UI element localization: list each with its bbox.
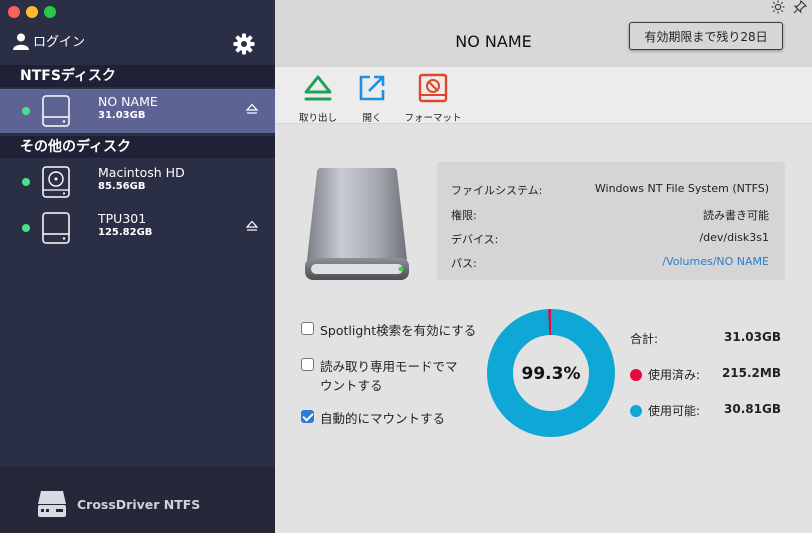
close-window-button[interactable] bbox=[8, 6, 20, 18]
pin-icon[interactable] bbox=[793, 0, 807, 14]
login-button[interactable]: ログイン bbox=[12, 31, 85, 50]
eject-icon[interactable] bbox=[246, 103, 258, 115]
format-disk-icon bbox=[418, 73, 448, 103]
external-drive-icon bbox=[42, 95, 70, 127]
trial-badge[interactable]: 有効期限まで残り28日 bbox=[629, 22, 783, 50]
sun-icon[interactable] bbox=[771, 0, 785, 14]
eject-label: 取り出し bbox=[298, 113, 337, 124]
drive-logo-icon bbox=[38, 491, 66, 517]
sidebar: ログイン NTFSディスク NO NAME 31.03GB その他のディスク M… bbox=[0, 0, 275, 533]
online-indicator bbox=[22, 178, 30, 186]
open-label: 開く bbox=[362, 113, 382, 124]
stat-label: 使用可能: bbox=[648, 404, 701, 418]
disk-name: NO NAME bbox=[98, 94, 158, 109]
user-icon bbox=[13, 33, 29, 50]
header: NO NAME 有効期限まで残り28日 bbox=[275, 0, 812, 67]
brand-name: CrossDriver NTFS bbox=[77, 497, 201, 512]
format-button[interactable]: フォーマット bbox=[403, 72, 463, 124]
usage-donut-chart: 99.3% bbox=[487, 309, 615, 437]
external-drive-icon bbox=[42, 212, 70, 244]
path-link[interactable]: /Volumes/NO NAME bbox=[662, 255, 769, 268]
option-spotlight[interactable]: Spotlight検索を有効にする bbox=[301, 320, 476, 339]
minimize-window-button[interactable] bbox=[26, 6, 38, 18]
stat-value: 31.03GB bbox=[724, 330, 781, 344]
free-color-dot bbox=[630, 405, 642, 417]
info-key: パス: bbox=[451, 257, 477, 270]
gear-icon[interactable] bbox=[233, 33, 255, 59]
disk-name: Macintosh HD bbox=[98, 165, 185, 180]
eject-button[interactable]: 取り出し bbox=[288, 72, 348, 124]
disk-size: 125.82GB bbox=[98, 227, 153, 238]
option-label: 読み取り専用モードでマウントする bbox=[320, 359, 458, 393]
disk-info-panel: ファイルシステム: Windows NT File System (NTFS) … bbox=[437, 162, 785, 280]
external-drive-image bbox=[305, 168, 409, 280]
disk-item-macintosh-hd[interactable]: Macintosh HD 85.56GB bbox=[0, 160, 275, 204]
option-automount[interactable]: 自動的にマウントする bbox=[301, 408, 445, 427]
used-color-dot bbox=[630, 369, 642, 381]
stat-label: 合計: bbox=[630, 332, 659, 346]
online-indicator bbox=[22, 224, 30, 232]
info-key: デバイス: bbox=[451, 233, 499, 246]
toolbar: 取り出し 開く フォーマット bbox=[275, 67, 812, 124]
stat-label: 使用済み: bbox=[648, 368, 701, 382]
usage-percent: 99.3% bbox=[522, 364, 581, 384]
option-label: 自動的にマウントする bbox=[320, 411, 446, 426]
eject-icon[interactable] bbox=[246, 220, 258, 232]
login-label: ログイン bbox=[33, 35, 86, 50]
section-other-disks: その他のディスク bbox=[0, 136, 275, 158]
eject-triangle bbox=[304, 75, 332, 94]
info-key: 権限: bbox=[451, 209, 477, 222]
spotlight-checkbox[interactable] bbox=[301, 322, 314, 335]
info-value: Windows NT File System (NTFS) bbox=[594, 182, 769, 195]
automount-checkbox[interactable] bbox=[301, 410, 314, 423]
brand-footer: CrossDriver NTFS bbox=[0, 467, 275, 533]
readonly-checkbox[interactable] bbox=[301, 358, 314, 371]
format-label: フォーマット bbox=[404, 113, 462, 124]
info-value: /dev/disk3s1 bbox=[699, 231, 769, 244]
disk-size: 31.03GB bbox=[98, 110, 146, 121]
info-value: 読み書き可能 bbox=[703, 209, 769, 222]
section-ntfs-disks: NTFSディスク bbox=[0, 65, 275, 87]
option-readonly[interactable]: 読み取り専用モードでマウントする bbox=[301, 356, 461, 394]
main-panel: NO NAME 有効期限まで残り28日 取り出し 開く フォーマット ファイルシ… bbox=[275, 0, 812, 533]
disk-item-no-name[interactable]: NO NAME 31.03GB bbox=[0, 89, 275, 133]
stat-value: 215.2MB bbox=[721, 366, 781, 380]
online-indicator bbox=[22, 107, 30, 115]
disk-item-tpu301[interactable]: TPU301 125.82GB bbox=[0, 206, 275, 250]
disk-name: TPU301 bbox=[98, 211, 147, 226]
zoom-window-button[interactable] bbox=[44, 6, 56, 18]
disk-size: 85.56GB bbox=[98, 181, 146, 192]
option-label: Spotlight検索を有効にする bbox=[320, 323, 477, 338]
stat-value: 30.81GB bbox=[724, 402, 781, 416]
info-key: ファイルシステム: bbox=[451, 184, 543, 197]
open-button[interactable]: 開く bbox=[342, 72, 402, 124]
hard-disk-icon bbox=[42, 166, 70, 198]
open-external-icon bbox=[359, 75, 385, 101]
disk-details: ファイルシステム: Windows NT File System (NTFS) … bbox=[275, 124, 812, 533]
eject-icon bbox=[304, 75, 332, 101]
